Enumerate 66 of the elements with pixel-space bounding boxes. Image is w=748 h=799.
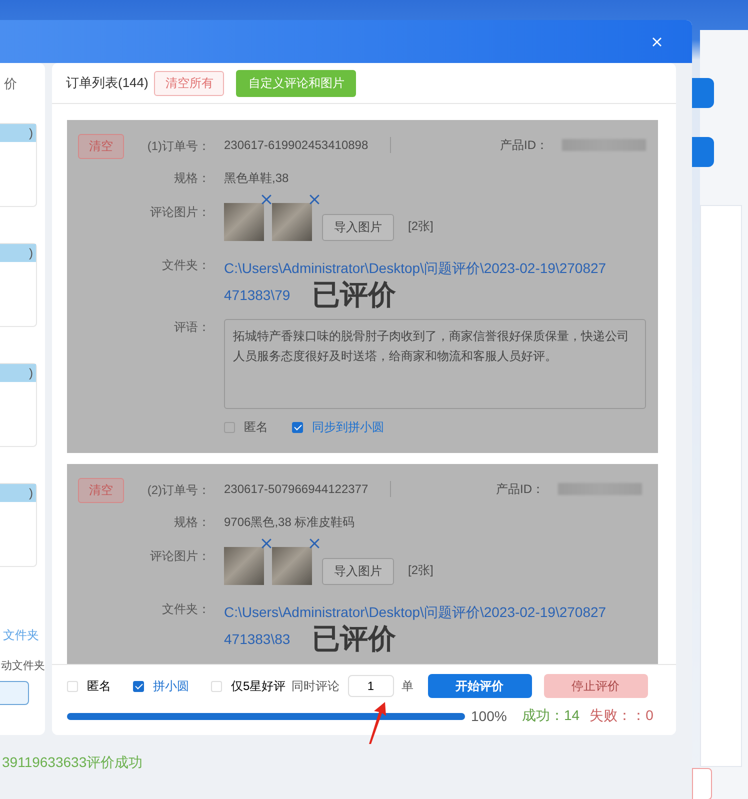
group-label: ) (0, 364, 36, 382)
field-label: (2)订单号： (147, 482, 210, 499)
field-label: (1)订单号： (147, 138, 210, 155)
folder-path-link[interactable]: C:\Users\Administrator\Desktop\问题评价\2023-02-19\270827 (224, 601, 606, 623)
folder-path-link[interactable]: 471383\79 (224, 284, 290, 306)
status-message: 39119633633评价成功 (2, 754, 144, 772)
group-label: ) (0, 484, 36, 502)
unit-label: 单 (402, 678, 414, 694)
field-label: 规格： (174, 514, 210, 530)
import-button[interactable]: 导入图片 (322, 558, 394, 585)
custom-comment-button[interactable]: 自定义评论和图片 (236, 70, 356, 96)
spec-value: 黑色单鞋,38 (224, 170, 289, 186)
field-label: 产品ID： (500, 136, 548, 154)
folder-path-link[interactable]: C:\Users\Administrator\Desktop\问题评价\2023-02-19\270827 (224, 257, 606, 279)
failure-count: 失败：：0 (590, 707, 654, 725)
panel-header: 价 (4, 75, 17, 93)
field-label: 文件夹： (162, 257, 210, 274)
option-label: 动文件夹 (1, 658, 45, 673)
group-label: ) (0, 244, 36, 262)
group-label: ) (0, 124, 36, 142)
side-button[interactable] (692, 78, 714, 108)
close-icon[interactable] (309, 194, 320, 205)
clear-button[interactable]: 清空 (78, 478, 124, 503)
checkbox-label: 拼小圆 (153, 678, 189, 694)
progress-reading: 100% (471, 708, 508, 724)
close-icon[interactable] (309, 538, 320, 549)
field-label: 评论图片： (150, 548, 210, 564)
photo-placeholder (224, 203, 264, 241)
field-label: 文件夹： (162, 601, 210, 618)
field-label: 评论图片： (150, 204, 210, 220)
concurrent-input[interactable]: 1 (348, 675, 394, 697)
order-number: 230617-619902453410898 (224, 138, 368, 152)
image-count: [2张] (408, 562, 434, 579)
start-button[interactable]: 开始评价 (428, 674, 532, 698)
clear-all-button[interactable]: 清空所有 (154, 70, 224, 96)
checkbox-label: 仅5星好评 (231, 678, 286, 694)
field-label: 规格： (174, 170, 210, 186)
reviewed-stamp-text: 已评价 (312, 623, 396, 655)
checkbox[interactable] (224, 422, 235, 432)
photo-placeholder (272, 547, 312, 585)
clear-button[interactable]: 清空 (78, 134, 124, 159)
photo-placeholder (224, 547, 264, 585)
success-count: 成功：14 (522, 707, 580, 725)
order-number: 230617-507966944122377 (224, 482, 368, 496)
side-button[interactable] (692, 768, 712, 799)
field-label: 产品ID： (496, 480, 544, 498)
list-title: 订单列表(144) (66, 74, 148, 92)
close-icon[interactable] (261, 194, 272, 205)
checkbox-label: 匿名 (87, 678, 111, 694)
side-button[interactable] (692, 137, 714, 167)
checkbox[interactable] (133, 680, 144, 692)
comment-field[interactable]: 拓城特产香辣口味的脱骨肘子肉收到了，商家信誉很好保质保量，快递公司人员服务态度很好及时送塔，给商家和物流和客服人员好评。 (224, 319, 646, 409)
folder-link[interactable]: 文件夹 (3, 627, 39, 644)
import-button[interactable]: 导入图片 (322, 214, 394, 241)
photo-placeholder (272, 203, 312, 241)
checkbox-label: 匿名 (244, 418, 268, 436)
reviewed-stamp-text: 已评价 (312, 279, 396, 311)
folder-path-link[interactable]: 471383\83 (224, 628, 290, 650)
spec-value: 9706黑色,38 标准皮鞋码 (224, 514, 355, 530)
arrow-drawing (369, 702, 386, 744)
field-label: 评语： (174, 319, 210, 336)
checkbox-label: 同步到拼小圆 (312, 418, 384, 436)
concurrent-label: 同时评论 (292, 678, 340, 694)
checkbox[interactable] (292, 422, 303, 432)
close-icon[interactable] (261, 538, 272, 549)
image-count: [2张] (408, 218, 434, 235)
